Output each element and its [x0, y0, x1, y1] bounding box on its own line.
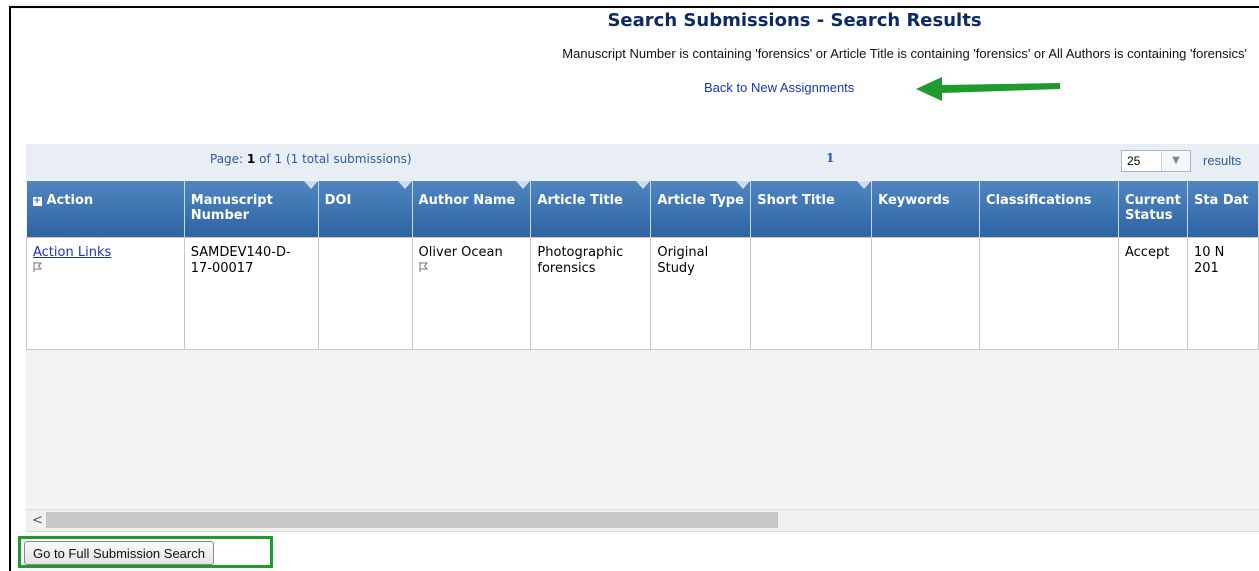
- page-total: of 1 (1 total submissions): [259, 152, 412, 166]
- page-link-1[interactable]: 1: [826, 151, 834, 165]
- expand-icon[interactable]: +: [32, 197, 42, 206]
- scroll-left-arrow-icon[interactable]: <: [32, 513, 43, 528]
- go-to-full-submission-search-button[interactable]: Go to Full Submission Search: [24, 541, 214, 565]
- divider: [26, 531, 1259, 532]
- column-header-short-title[interactable]: Short Title: [750, 181, 873, 237]
- cell-keywords: [871, 236, 981, 350]
- cell-classifications: [979, 236, 1119, 350]
- back-to-new-assignments-link[interactable]: Back to New Assignments: [704, 80, 854, 95]
- table-row: Action Links SAMDEV140-D-17-00017 Oliver…: [26, 236, 1259, 350]
- per-page-value: 25: [1127, 154, 1141, 168]
- column-header-classifications[interactable]: Classifications: [979, 181, 1119, 237]
- column-header-doi[interactable]: DOI: [318, 181, 413, 237]
- cell-action: Action Links: [26, 236, 185, 350]
- scrollbar-thumb[interactable]: [46, 512, 778, 528]
- table-header-row: + Action Manuscript Number DOI Author Nam…: [26, 181, 1259, 237]
- column-header-status-date[interactable]: Sta Dat: [1187, 181, 1259, 237]
- action-links-link[interactable]: Action Links: [33, 245, 111, 260]
- column-header-article-title[interactable]: Article Title: [530, 181, 652, 237]
- window-border-left: [9, 6, 11, 571]
- cell-current-status: Accept: [1117, 236, 1188, 350]
- page-label: Page:: [210, 152, 244, 166]
- sort-indicator-icon[interactable]: [303, 181, 318, 189]
- column-header-manuscript-number[interactable]: Manuscript Number: [184, 181, 319, 237]
- cell-status-date: 10 N 201: [1186, 236, 1259, 350]
- chevron-down-icon[interactable]: ▼: [1161, 151, 1190, 171]
- column-header-current-status[interactable]: Current Status: [1118, 181, 1188, 237]
- current-page: 1: [246, 152, 256, 166]
- cell-article-type: Original Study: [650, 236, 752, 350]
- cell-manuscript-number: SAMDEV140-D-17-00017: [183, 236, 319, 350]
- sort-indicator-icon[interactable]: [516, 181, 531, 189]
- page-title: Search Submissions - Search Results: [607, 10, 982, 31]
- results-per-page-select[interactable]: 25 ▼: [1121, 150, 1191, 172]
- cell-article-title: Photographic forensics: [530, 236, 652, 350]
- author-name[interactable]: Oliver Ocean: [419, 245, 503, 260]
- cell-short-title: [750, 236, 873, 350]
- column-header-article-type[interactable]: Article Type: [650, 181, 752, 237]
- green-arrow-icon: [916, 77, 1060, 101]
- cell-author-name: Oliver Ocean: [411, 236, 532, 350]
- sort-indicator-icon[interactable]: [736, 181, 751, 189]
- results-label: results: [1203, 153, 1242, 168]
- window-border-top: [9, 6, 1259, 8]
- pager-summary: Page: 1 of 1 (1 total submissions): [210, 152, 412, 166]
- search-criteria: Manuscript Number is containing 'forensi…: [562, 46, 1247, 61]
- flag-icon[interactable]: [33, 261, 42, 272]
- results-table: + Action Manuscript Number DOI Author Nam…: [26, 181, 1259, 350]
- column-header-author-name[interactable]: Author Name: [412, 181, 532, 237]
- sort-indicator-icon[interactable]: [636, 181, 651, 189]
- flag-icon[interactable]: [419, 261, 428, 272]
- column-header-action[interactable]: + Action: [26, 181, 185, 237]
- horizontal-scrollbar[interactable]: <: [26, 509, 1259, 530]
- sort-indicator-icon[interactable]: [857, 181, 872, 189]
- sort-indicator-icon[interactable]: [397, 181, 412, 189]
- cell-doi: [317, 236, 413, 350]
- column-header-keywords[interactable]: Keywords: [871, 181, 981, 237]
